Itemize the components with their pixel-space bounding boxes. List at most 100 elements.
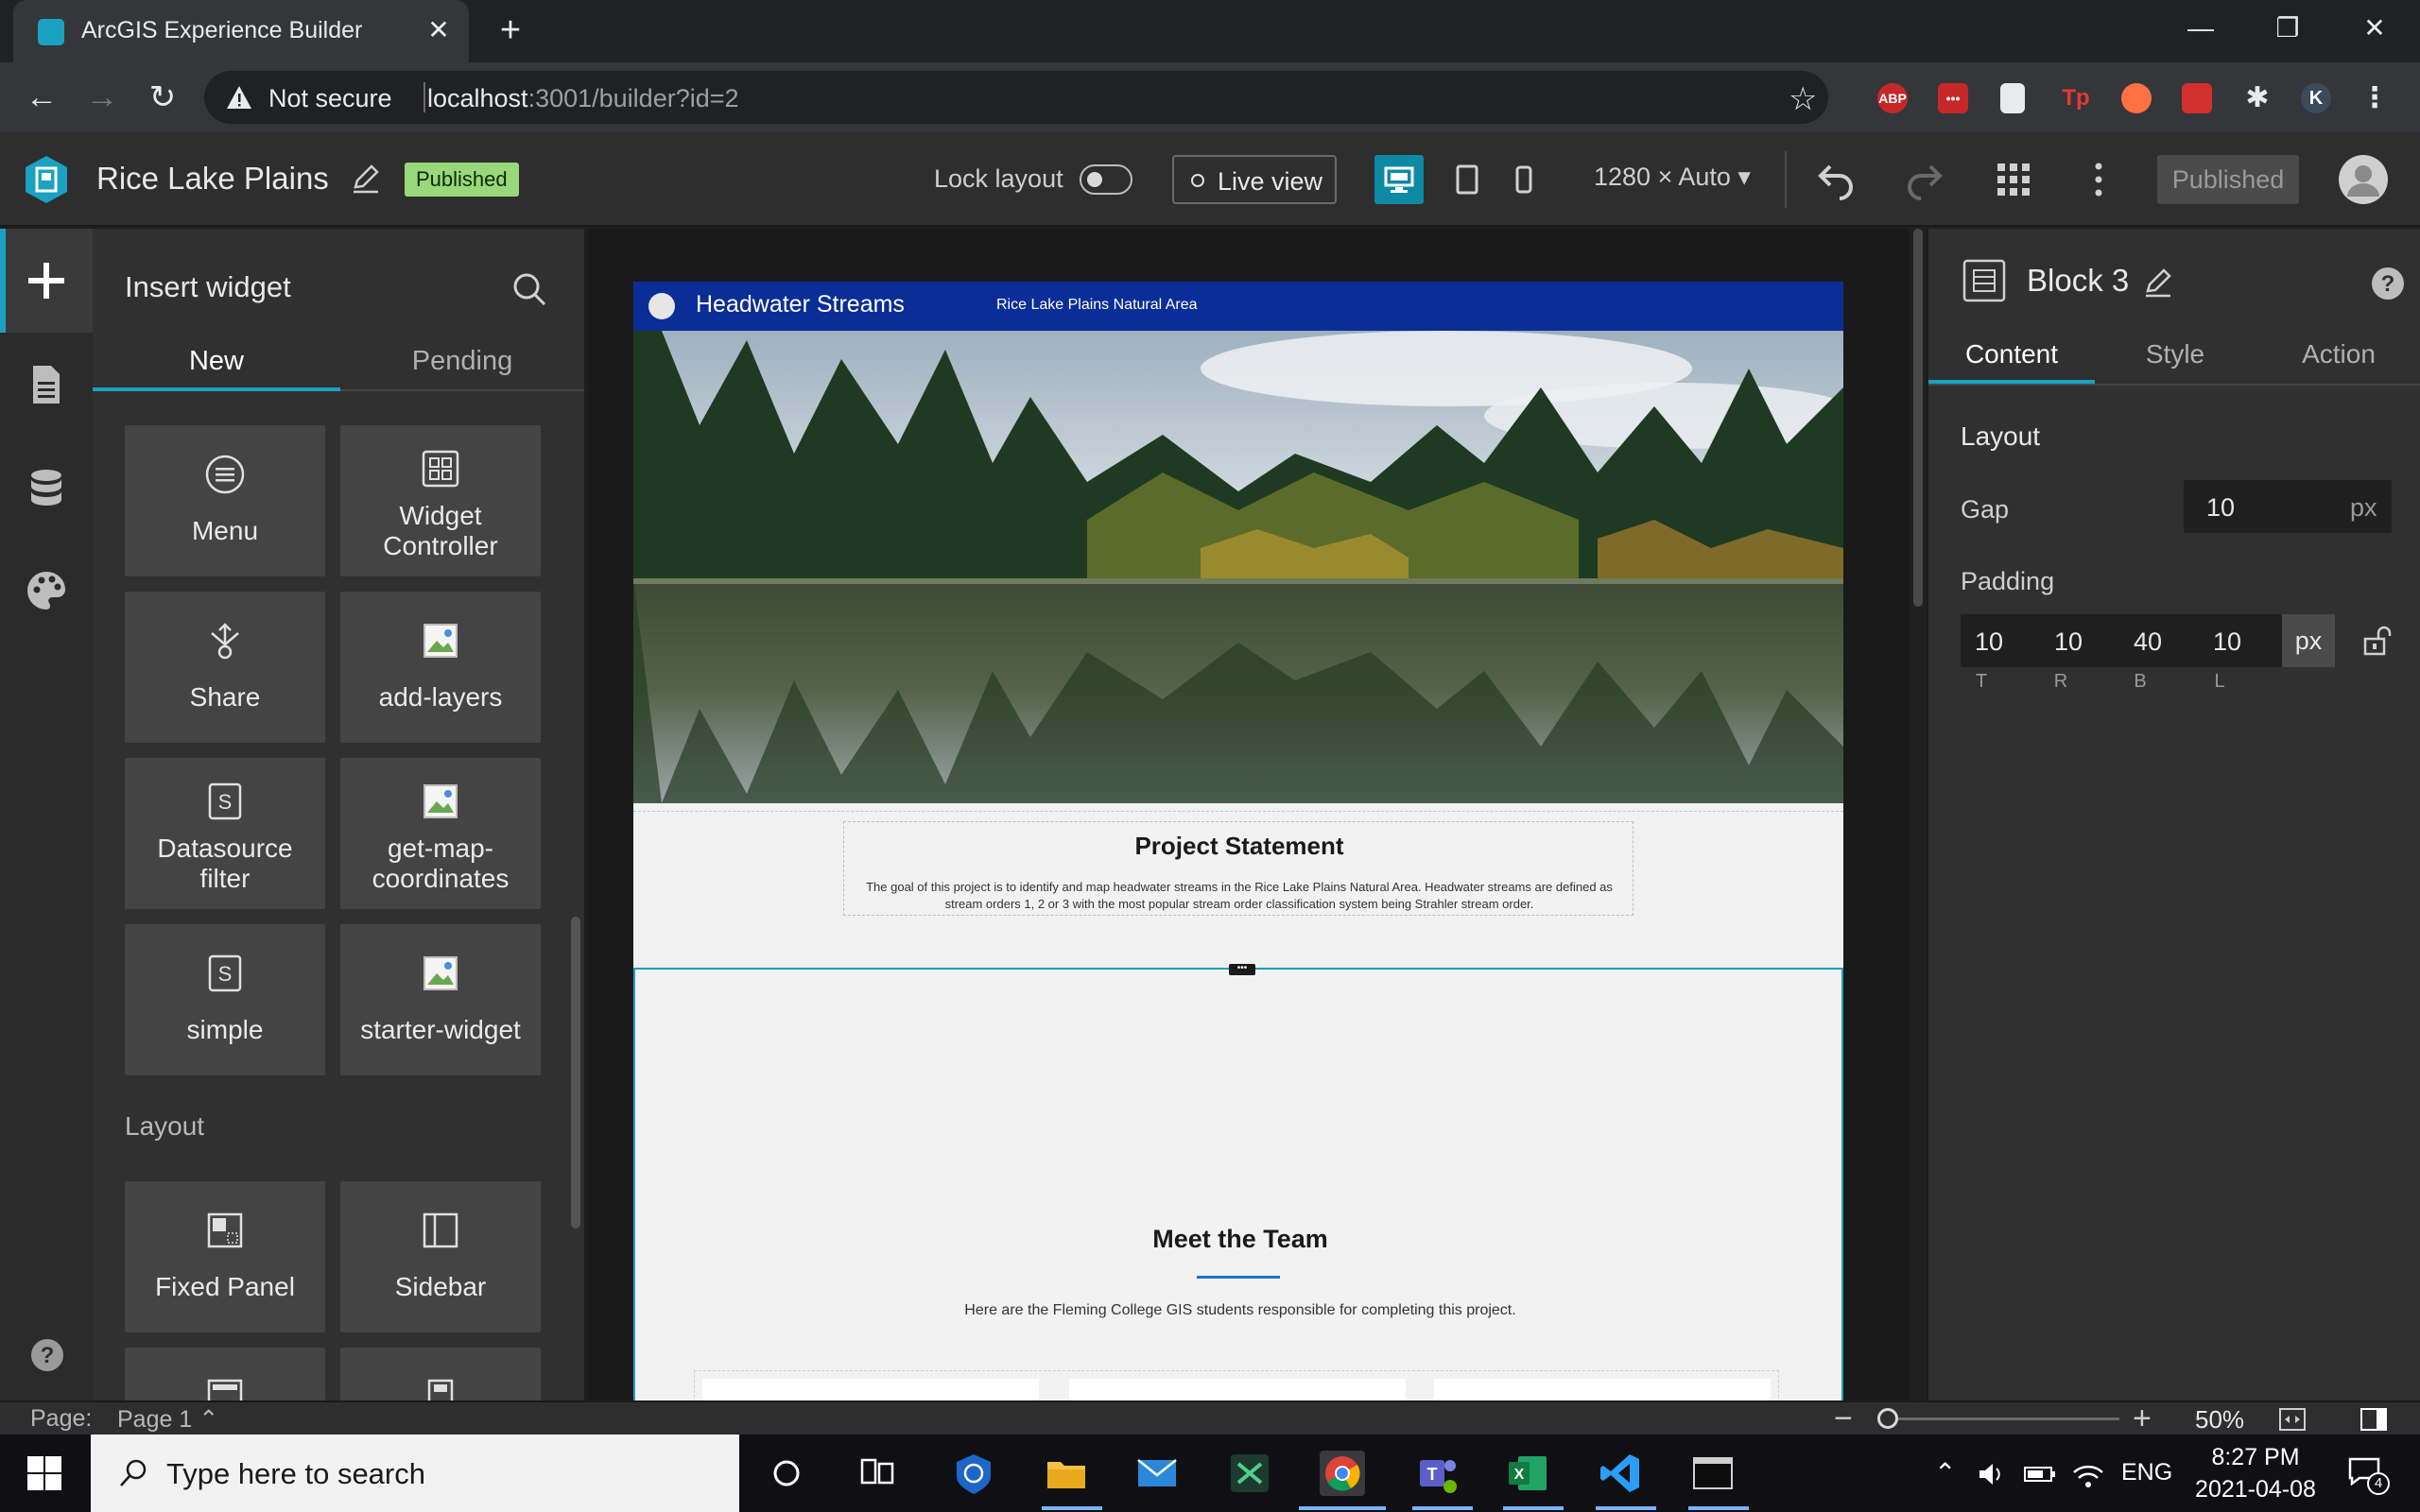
restore-icon[interactable]: ❐ [2259,9,2316,47]
widget-card-partial[interactable] [340,1348,541,1400]
zoom-slider[interactable] [1883,1418,2119,1420]
team-card[interactable] [702,1379,1039,1400]
widget-card-widget-controller[interactable]: Widget Controller [340,425,541,576]
insert-widget-rail-button[interactable] [0,229,93,333]
extensions-puzzle-icon[interactable]: ✱ [2242,83,2273,113]
widget-card-add-layers[interactable]: add-layers [340,592,541,743]
widget-card-sidebar[interactable]: Sidebar [340,1181,541,1332]
app-title[interactable]: Rice Lake Plains [96,161,329,197]
zoom-level[interactable]: 50% [2195,1405,2244,1435]
zoom-slider-handle[interactable] [1877,1408,1898,1429]
toggle-panel-icon[interactable] [2360,1406,2388,1433]
desktop-device-button[interactable] [1374,155,1424,204]
language-indicator[interactable]: ENG [2121,1459,2172,1486]
app-globe-icon[interactable] [951,1451,996,1496]
file-explorer-icon[interactable] [1044,1451,1089,1496]
pencil-icon[interactable] [350,163,382,195]
clock-time[interactable]: 8:27 PM [2189,1444,2322,1471]
team-cards-row[interactable] [694,1370,1779,1400]
ext-dots-icon[interactable]: ••• [1938,83,1968,113]
taskbar-search[interactable]: Type here to search [91,1435,739,1512]
page-selector[interactable]: Page 1 ⌃ [117,1405,218,1434]
undo-icon[interactable] [1815,159,1857,200]
team-card[interactable] [1434,1379,1771,1400]
padding-top-input[interactable]: 10 [1961,627,2017,657]
tablet-device-button[interactable] [1443,155,1492,204]
page-icon[interactable] [23,361,70,408]
battery-icon[interactable] [2023,1459,2057,1489]
block-drag-handle[interactable]: ••• [1229,964,1255,975]
adblock-icon[interactable]: ABP [1877,83,1908,113]
gap-input[interactable]: 10 px [2184,480,2392,533]
padding-left-input[interactable]: 10 [2199,627,2256,657]
widget-card-share[interactable]: Share [125,592,325,743]
redo-icon[interactable] [1904,159,1945,200]
padding-bottom-input[interactable]: 40 [2119,627,2176,657]
bookmark-star-icon[interactable]: ☆ [1789,80,1817,118]
page-preview[interactable]: Headwater Streams Rice Lake Plains Natur… [633,282,1843,1400]
block-3-selected[interactable]: ••• Meet the Team Here are the Fleming C… [633,964,1843,1400]
terminal-icon[interactable] [1690,1451,1736,1496]
volume-icon[interactable] [1976,1459,2006,1489]
reload-icon[interactable]: ↻ [144,78,182,116]
browser-tab[interactable]: ArcGIS Experience Builder ✕ [13,0,469,62]
mail-icon[interactable] [1134,1451,1180,1496]
excel-icon[interactable]: X [1505,1451,1550,1496]
notifications-button[interactable]: 4 [2344,1453,2390,1495]
padding-right-input[interactable]: 10 [2040,627,2097,657]
theme-palette-icon[interactable] [23,567,70,614]
doc-ext-icon[interactable] [2000,83,2025,113]
apps-grid-icon[interactable] [1995,161,2032,198]
pdf-ext-icon[interactable] [2182,83,2212,113]
padding-unit[interactable]: px [2282,614,2335,667]
zoom-out-icon[interactable]: − [1834,1400,1853,1437]
widget-card-starter-widget[interactable]: starter-widget [340,924,541,1075]
tp-ext-icon[interactable]: Tp [2061,83,2091,113]
vscode-icon[interactable] [1598,1451,1643,1496]
search-icon[interactable] [510,270,548,308]
data-icon[interactable] [23,465,70,512]
widget-card-menu[interactable]: Menu [125,425,325,576]
url-text[interactable]: localhost:3001/builder?id=2 [427,84,739,113]
fire-ext-icon[interactable] [2121,83,2152,113]
screen-size-dropdown[interactable]: 1280 × Auto ▾ [1594,163,1751,192]
tab-close-icon[interactable]: ✕ [424,15,454,45]
live-view-button[interactable]: Live view [1172,155,1337,204]
project-text-widget[interactable]: Project Statement The goal of this proje… [843,821,1634,916]
omnibox[interactable]: Not secure localhost:3001/builder?id=2 ☆ [204,71,1828,124]
zoom-in-icon[interactable]: + [2133,1400,2152,1437]
new-tab-button[interactable]: + [492,12,529,51]
wifi-icon[interactable] [2072,1459,2104,1489]
tab-style[interactable]: Style [2095,325,2256,384]
widget-card-fixed-panel[interactable]: Fixed Panel [125,1181,325,1332]
chrome-icon[interactable] [1320,1451,1365,1496]
tab-pending[interactable]: Pending [340,331,584,391]
profile-icon[interactable]: K [2301,83,2331,113]
widget-card-simple[interactable]: S simple [125,924,325,1075]
arcgis-pro-icon[interactable] [1227,1451,1272,1496]
user-avatar[interactable] [2339,155,2388,204]
phone-device-button[interactable] [1499,155,1548,204]
close-window-icon[interactable]: ✕ [2346,9,2403,47]
hero-lake-image[interactable] [633,331,1843,803]
windows-start-icon[interactable] [26,1455,62,1491]
tab-action[interactable]: Action [2256,325,2420,384]
pencil-icon[interactable] [2142,266,2174,299]
forward-icon[interactable]: → [83,78,121,116]
task-view-icon[interactable] [855,1451,900,1496]
tray-chevron-icon[interactable]: ⌃ [1934,1457,1956,1488]
fit-width-icon[interactable] [2278,1406,2307,1433]
widget-card-partial[interactable] [125,1348,325,1400]
help-icon[interactable]: ? [2369,265,2407,302]
cortana-icon[interactable] [764,1451,809,1496]
minimize-icon[interactable]: — [2172,9,2229,47]
publish-button[interactable]: Published [2157,155,2299,204]
lock-layout-toggle[interactable] [1080,164,1132,195]
teams-icon[interactable]: T [1414,1451,1460,1496]
scroll-thumb[interactable] [1913,229,1923,607]
canvas-scrollbar[interactable] [1910,229,1927,1400]
project-statement-section[interactable]: Project Statement The goal of this proje… [633,811,1843,954]
more-vertical-icon[interactable] [2080,159,2118,200]
chrome-menu-icon[interactable]: ⋮ [2360,83,2390,113]
team-card[interactable] [1069,1379,1406,1400]
